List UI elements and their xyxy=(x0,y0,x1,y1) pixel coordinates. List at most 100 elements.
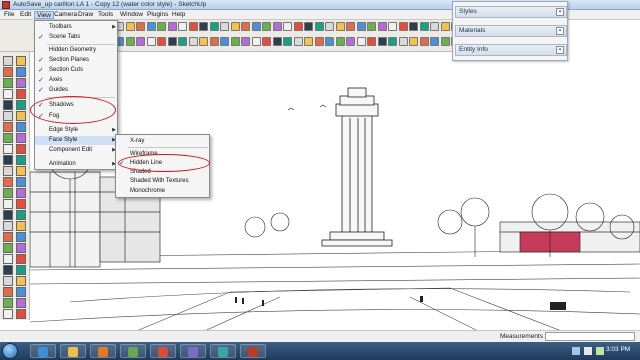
toolbar-tool-button[interactable] xyxy=(377,37,387,46)
menu-view[interactable]: View xyxy=(34,11,54,19)
toolbar-tool-button[interactable] xyxy=(293,37,303,46)
toolbar-tool-button[interactable] xyxy=(409,22,418,31)
left-tool-button[interactable] xyxy=(16,298,26,308)
toolbar-tool-button[interactable] xyxy=(241,37,250,46)
view-menu-component-edit[interactable]: Component Edit ▶ xyxy=(35,146,119,155)
toolbar-tool-button[interactable] xyxy=(209,37,219,46)
toolbar-tool-button[interactable] xyxy=(178,37,187,46)
sketchup-app-icon[interactable] xyxy=(2,1,10,9)
toolbar-tool-button[interactable] xyxy=(125,22,135,31)
face-style-xray[interactable]: X-ray xyxy=(116,137,211,146)
volume-icon[interactable] xyxy=(584,347,592,355)
left-tool-button[interactable] xyxy=(3,309,13,319)
left-tool-button[interactable] xyxy=(3,144,13,154)
left-tool-button[interactable] xyxy=(16,177,26,187)
left-tool-button[interactable] xyxy=(3,276,13,286)
toolbar-tool-button[interactable] xyxy=(430,37,439,46)
left-tool-button[interactable] xyxy=(3,210,13,220)
left-tool-button[interactable] xyxy=(16,210,26,220)
toolbar-tool-button[interactable] xyxy=(220,37,229,46)
view-menu-face-style[interactable]: Face Style ▶ xyxy=(35,136,119,145)
clock[interactable]: 3:03 PM xyxy=(606,346,630,353)
toolbar-tool-button[interactable] xyxy=(377,22,387,31)
toolbar-tool-button[interactable] xyxy=(283,22,292,31)
view-menu-scene-tabs[interactable]: ✓ Scene Tabs xyxy=(35,33,119,42)
menu-plugins[interactable]: Plugins xyxy=(145,11,170,19)
toolbar-tool-button[interactable] xyxy=(419,37,429,46)
expand-icon[interactable]: ▪ xyxy=(556,8,564,16)
start-button[interactable] xyxy=(2,343,18,359)
toolbar-tool-button[interactable] xyxy=(188,22,198,31)
menu-draw[interactable]: Draw xyxy=(76,11,95,19)
left-tool-button[interactable] xyxy=(16,111,26,121)
left-tool-button[interactable] xyxy=(3,56,13,66)
left-tool-button[interactable] xyxy=(3,188,13,198)
toolbar-tool-button[interactable] xyxy=(157,22,166,31)
left-tool-button[interactable] xyxy=(16,287,26,297)
view-menu-section-planes[interactable]: ✓ Section Planes xyxy=(35,56,119,65)
left-tool-button[interactable] xyxy=(3,199,13,209)
toolbar-tool-button[interactable] xyxy=(272,22,282,31)
view-menu-section-cuts[interactable]: ✓ Section Cuts xyxy=(35,66,119,75)
face-style-monochrome[interactable]: Monochrome xyxy=(116,187,211,196)
taskbar-explorer[interactable] xyxy=(60,344,86,358)
left-tool-button[interactable] xyxy=(16,243,26,253)
toolbar-tool-button[interactable] xyxy=(146,37,156,46)
toolbar-tool-button[interactable] xyxy=(335,37,345,46)
left-tool-button[interactable] xyxy=(3,133,13,143)
tray-styles[interactable]: Styles ▪ xyxy=(455,6,567,18)
left-tool-button[interactable] xyxy=(16,56,26,66)
taskbar-app2[interactable] xyxy=(180,344,206,358)
taskbar-ie[interactable] xyxy=(30,344,56,358)
toolbar-tool-button[interactable] xyxy=(262,22,271,31)
toolbar-tool-button[interactable] xyxy=(367,37,376,46)
toolbar-tool-button[interactable] xyxy=(440,37,450,46)
left-tool-button[interactable] xyxy=(3,221,13,231)
toolbar-tool-button[interactable] xyxy=(178,22,187,31)
toolbar-tool-button[interactable] xyxy=(136,22,145,31)
left-tool-button[interactable] xyxy=(16,166,26,176)
toolbar-tool-button[interactable] xyxy=(209,22,219,31)
toolbar-tool-button[interactable] xyxy=(430,22,439,31)
tray-entity-info[interactable]: Entity Info ▪ xyxy=(455,44,567,56)
left-tool-button[interactable] xyxy=(16,232,26,242)
toolbar-tool-button[interactable] xyxy=(335,22,345,31)
taskbar-chrome[interactable] xyxy=(150,344,176,358)
toolbar-tool-button[interactable] xyxy=(304,37,313,46)
left-tool-button[interactable] xyxy=(3,177,13,187)
left-tool-button[interactable] xyxy=(3,265,13,275)
toolbar-tool-button[interactable] xyxy=(251,37,261,46)
toolbar-tool-button[interactable] xyxy=(199,37,208,46)
menu-tools[interactable]: Tools xyxy=(96,11,115,19)
menu-window[interactable]: Window xyxy=(118,11,145,19)
left-tool-button[interactable] xyxy=(16,100,26,110)
left-tool-button[interactable] xyxy=(16,309,26,319)
view-menu-edge-style[interactable]: Edge Style ▶ xyxy=(35,126,119,135)
view-menu-hidden-geometry[interactable]: Hidden Geometry xyxy=(35,46,119,55)
left-tool-button[interactable] xyxy=(16,133,26,143)
taskbar-sketchup[interactable] xyxy=(240,344,266,358)
left-tool-button[interactable] xyxy=(16,144,26,154)
view-menu-guides[interactable]: ✓ Guides xyxy=(35,86,119,95)
toolbar-tool-button[interactable] xyxy=(283,37,292,46)
toolbar-tool-button[interactable] xyxy=(146,22,156,31)
left-tool-button[interactable] xyxy=(16,276,26,286)
toolbar-tool-button[interactable] xyxy=(398,22,408,31)
toolbar-tool-button[interactable] xyxy=(188,37,198,46)
left-tool-button[interactable] xyxy=(16,67,26,77)
menu-help[interactable]: Help xyxy=(170,11,187,19)
toolbar-tool-button[interactable] xyxy=(157,37,166,46)
toolbar-tool-button[interactable] xyxy=(125,37,135,46)
network-icon[interactable] xyxy=(572,347,580,355)
left-tool-button[interactable] xyxy=(16,89,26,99)
toolbar-tool-button[interactable] xyxy=(356,22,366,31)
left-tool-button[interactable] xyxy=(3,243,13,253)
left-tool-button[interactable] xyxy=(16,78,26,88)
toolbar-tool-button[interactable] xyxy=(346,37,355,46)
taskbar-media[interactable] xyxy=(90,344,116,358)
menu-file[interactable]: File xyxy=(2,11,16,19)
toolbar-tool-button[interactable] xyxy=(325,22,334,31)
left-tool-button[interactable] xyxy=(16,221,26,231)
toolbar-tool-button[interactable] xyxy=(230,37,240,46)
left-tool-button[interactable] xyxy=(3,122,13,132)
